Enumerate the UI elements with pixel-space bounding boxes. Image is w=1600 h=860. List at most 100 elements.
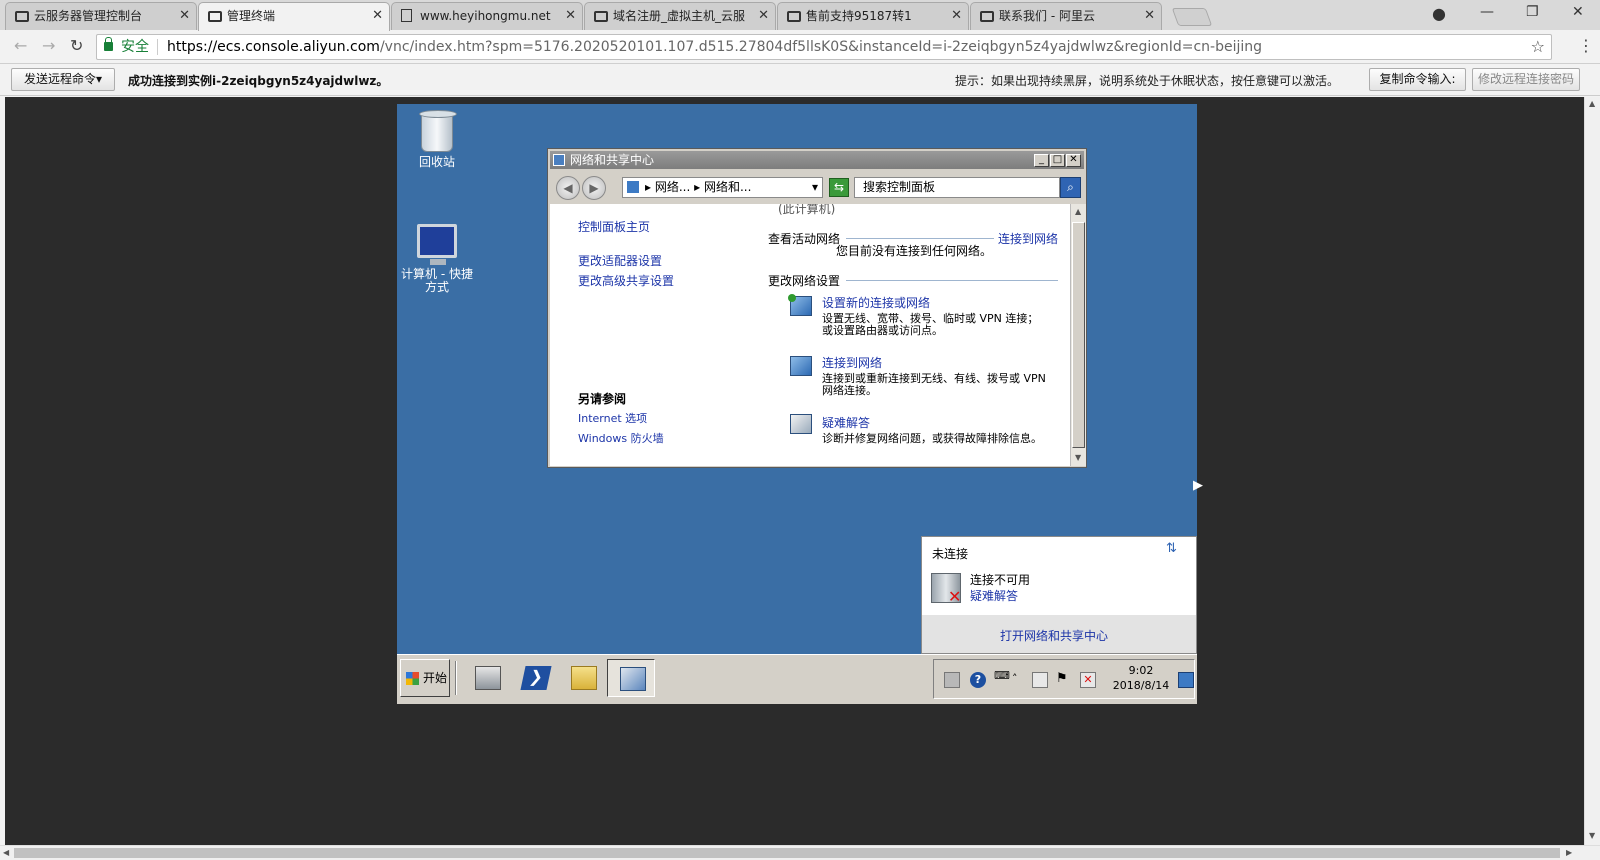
task-new-connection[interactable]: 设置新的连接或网络 [822, 294, 930, 311]
mouse-cursor-icon: ▶ [1193, 478, 1203, 493]
browser-tab[interactable]: 联系我们 - 阿里云 ✕ [970, 2, 1162, 30]
start-label: 开始 [423, 671, 448, 685]
keyboard-icon[interactable] [944, 672, 960, 688]
menu-icon[interactable]: ⋮ [1578, 36, 1594, 55]
desktop-icon-label: 计算机 - 快捷方式 [401, 267, 473, 294]
network-icon [553, 154, 565, 166]
tab-close-icon[interactable]: ✕ [372, 3, 383, 29]
remote-icon [787, 11, 801, 22]
link-internet-options[interactable]: Internet 选项 [578, 410, 647, 426]
folder-icon [571, 666, 597, 690]
browser-tab[interactable]: 云服务器管理控制台 ✕ [5, 2, 197, 30]
task-connect-network[interactable]: 连接到网络 [822, 354, 882, 371]
tab-close-icon[interactable]: ✕ [951, 3, 962, 29]
chevron-down-icon[interactable]: ▾ [812, 178, 818, 197]
remote-desktop[interactable]: 回收站 计算机 - 快捷方式 网络和共享中心 _ □ ✕ ◀ ▶ ▸ 网络...… [397, 104, 1197, 704]
minimize-icon[interactable]: — [1480, 4, 1494, 20]
taskbar-server-manager[interactable] [463, 659, 511, 697]
link-control-panel-home[interactable]: 控制面板主页 [578, 218, 650, 235]
send-command-button[interactable]: 发送远程命令▾ [11, 68, 115, 91]
address-bar[interactable]: 安全 https://ecs.console.aliyun.com/vnc/in… [96, 34, 1552, 60]
link-windows-firewall[interactable]: Windows 防火墙 [578, 430, 664, 446]
task-troubleshoot[interactable]: 疑难解答 [822, 414, 870, 431]
network-sharing-center-window[interactable]: 网络和共享中心 _ □ ✕ ◀ ▶ ▸ 网络... ▸ 网络和... ▾ ⇆ 搜… [547, 148, 1087, 468]
no-network-text: 您目前没有连接到任何网络。 [836, 244, 993, 258]
browser-tab-strip: 云服务器管理控制台 ✕ 管理终端 ✕ www.heyihongmu.net ✕ … [0, 0, 1600, 31]
link-connect-to-network[interactable]: 连接到网络 [998, 230, 1058, 247]
close-icon[interactable]: ✕ [1066, 154, 1081, 167]
forward-icon[interactable]: ▶ [582, 176, 606, 200]
back-icon[interactable]: ← [14, 36, 27, 55]
desktop-icon-computer[interactable]: 计算机 - 快捷方式 [397, 224, 477, 294]
breadcrumb[interactable]: ▸ 网络... ▸ 网络和... ▾ [622, 177, 823, 198]
reload-icon[interactable]: ↻ [70, 36, 83, 55]
start-button[interactable]: 开始 [400, 659, 450, 697]
remote-icon [980, 11, 994, 22]
scroll-up-icon[interactable]: ▲ [1589, 99, 1595, 108]
tab-title: 云服务器管理控制台 [34, 9, 143, 23]
new-tab-button[interactable] [1171, 8, 1213, 26]
scroll-thumb[interactable] [1072, 222, 1085, 448]
input-method-icon[interactable]: ⌨ [994, 670, 1010, 688]
clock[interactable]: 9:02 2018/8/14 [1104, 663, 1178, 693]
scroll-right-icon[interactable]: ▶ [1566, 848, 1572, 857]
network-popup: 未连接 ⇅ ✕ 连接不可用 疑难解答 打开网络和共享中心 [921, 536, 1197, 654]
link-open-network-center[interactable]: 打开网络和共享中心 [1000, 627, 1108, 644]
network-disconnected-icon[interactable]: ✕ [1080, 672, 1096, 688]
close-window-icon[interactable]: ✕ [1572, 4, 1584, 20]
chevron-up-icon[interactable]: ˄ [1012, 672, 1028, 688]
browser-tab-active[interactable]: 管理终端 ✕ [198, 2, 390, 31]
url-host: https://ecs.console.aliyun.com [167, 39, 380, 55]
disconnected-x-icon: ✕ [948, 587, 962, 606]
tab-close-icon[interactable]: ✕ [179, 3, 190, 29]
security-label: 安全 [121, 39, 149, 55]
window-scrollbar[interactable]: ▲ ▼ [1070, 204, 1086, 466]
back-icon[interactable]: ◀ [556, 176, 580, 200]
scroll-down-icon[interactable]: ▼ [1075, 453, 1081, 462]
link-change-adapter-settings[interactable]: 更改适配器设置 [578, 252, 662, 269]
minimize-icon[interactable]: _ [1034, 154, 1049, 167]
volume-muted-icon[interactable] [1032, 672, 1048, 688]
scroll-left-icon[interactable]: ◀ [3, 848, 9, 857]
scroll-down-icon[interactable]: ▼ [1589, 831, 1595, 840]
forward-icon[interactable]: → [42, 36, 55, 55]
connect-network-icon [790, 356, 812, 376]
scroll-up-icon[interactable]: ▲ [1075, 207, 1081, 216]
clock-date: 2018/8/14 [1112, 679, 1170, 692]
tab-close-icon[interactable]: ✕ [758, 3, 769, 29]
taskbar-network-center[interactable] [607, 659, 655, 697]
bookmark-star-icon[interactable]: ☆ [1531, 35, 1545, 59]
window-titlebar[interactable]: 网络和共享中心 _ □ ✕ [550, 151, 1084, 169]
show-desktop-icon[interactable] [1178, 672, 1194, 688]
remote-icon [208, 11, 222, 22]
windows-logo-icon [406, 672, 419, 685]
browser-tab[interactable]: www.heyihongmu.net ✕ [391, 2, 583, 30]
tab-close-icon[interactable]: ✕ [1144, 3, 1155, 29]
search-input[interactable]: 搜索控制面板 [854, 177, 1060, 198]
change-password-button[interactable]: 修改远程连接密码 [1472, 68, 1580, 91]
refresh-icon[interactable]: ⇆ [829, 178, 849, 197]
browser-tab[interactable]: 售前支持95187转1 ✕ [777, 2, 969, 30]
link-troubleshoot[interactable]: 疑难解答 [970, 587, 1018, 604]
vertical-scrollbar[interactable]: ▲ ▼ [1584, 97, 1600, 845]
browser-tab[interactable]: 域名注册_虚拟主机_云服 ✕ [584, 2, 776, 30]
copy-command-button[interactable]: 复制命令输入: [1369, 68, 1466, 91]
profile-icon[interactable]: ● [1432, 4, 1446, 23]
refresh-icon[interactable]: ⇅ [1166, 541, 1177, 556]
search-icon[interactable]: ⌕ [1060, 177, 1081, 198]
horizontal-scrollbar[interactable]: ◀ ▶ [0, 845, 1600, 860]
scroll-thumb[interactable] [14, 848, 1560, 858]
taskbar-powershell[interactable]: ❯ [511, 659, 559, 697]
restore-icon[interactable]: ❐ [1526, 4, 1539, 20]
maximize-icon[interactable]: □ [1050, 154, 1065, 167]
task-description: 网络连接。 [822, 384, 877, 397]
flag-icon[interactable]: ⚑ [1056, 672, 1072, 688]
help-icon[interactable]: ? [970, 672, 986, 688]
tab-close-icon[interactable]: ✕ [565, 3, 576, 29]
taskbar-explorer[interactable] [559, 659, 607, 697]
breadcrumb-item[interactable]: 网络... [655, 180, 690, 194]
desktop-icon-recycle-bin[interactable]: 回收站 [397, 110, 477, 169]
link-advanced-sharing[interactable]: 更改高级共享设置 [578, 272, 674, 289]
tab-title: 联系我们 - 阿里云 [999, 9, 1095, 23]
breadcrumb-item[interactable]: 网络和... [704, 180, 751, 194]
